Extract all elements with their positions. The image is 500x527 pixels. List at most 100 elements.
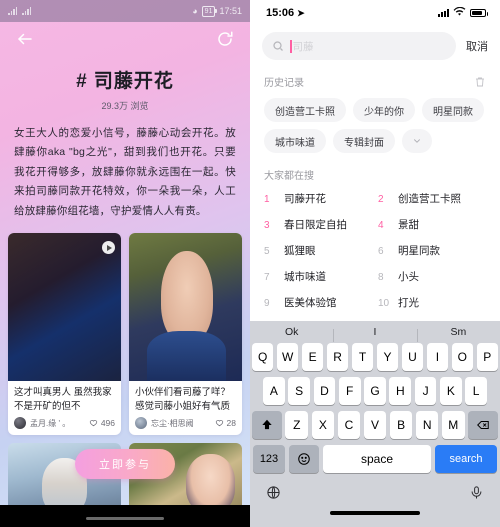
hot-search-item[interactable]: 6 明星同款 (378, 243, 486, 258)
like-count: 28 (226, 418, 236, 429)
suggestion-item[interactable]: Sm (416, 326, 500, 342)
key-t[interactable]: T (351, 343, 374, 371)
emoji-icon[interactable] (289, 445, 319, 473)
search-input[interactable]: 司藤 (262, 32, 456, 60)
history-tag[interactable]: 明星同款 (422, 98, 484, 122)
key-h[interactable]: H (389, 377, 412, 405)
key-z[interactable]: Z (285, 411, 309, 439)
share-icon[interactable] (214, 28, 236, 50)
key-m[interactable]: M (441, 411, 465, 439)
backspace-icon[interactable] (468, 411, 499, 439)
key-x[interactable]: X (311, 411, 335, 439)
signal-icon (8, 7, 17, 15)
card-caption: 小伙伴们看司藤了咩？感觉司藤小姐好有气质啊， (135, 387, 231, 413)
hot-search-item[interactable]: 5 狐狸眼 (264, 243, 372, 258)
key-r[interactable]: R (326, 343, 349, 371)
search-field[interactable]: 司藤 (290, 39, 446, 54)
right-home-indicator (250, 507, 500, 527)
chevron-down-icon[interactable] (402, 129, 432, 153)
hot-keyword: 医美体验馆 (284, 297, 337, 309)
key-o[interactable]: O (451, 343, 474, 371)
virtual-keyboard: Ok I Sm Q W E R T Y U I O P A S D F G H … (250, 321, 500, 527)
history-tag[interactable]: 少年的你 (353, 98, 415, 122)
globe-icon[interactable] (266, 485, 281, 500)
space-key[interactable]: space (323, 445, 431, 473)
key-a[interactable]: A (262, 377, 285, 405)
hot-rank: 6 (378, 246, 384, 257)
key-c[interactable]: C (337, 411, 361, 439)
like-count-group[interactable]: 28 (215, 418, 236, 428)
topic-header: # 司藤开花 29.3万 浏览 (0, 66, 250, 112)
feed-card[interactable]: 这才叫真男人 虽然我家不是开矿的但不 孟月.缘 ' 。 496 (8, 233, 121, 436)
feed-card[interactable]: 小伙伴们看司藤了咩？感觉司藤小姐好有气质啊， 忘尘·相思阙 28 (129, 233, 242, 436)
key-f[interactable]: F (338, 377, 361, 405)
hot-search-item[interactable]: 1 司藤开花 (264, 191, 372, 206)
hot-search-list: 1 司藤开花 2 创造营工卡照 3 春日限定自拍 4 景甜 5 狐狸眼 6 明星同款 7 城市… (264, 191, 486, 310)
hot-search-item[interactable]: 9 医美体验馆 (264, 295, 372, 310)
key-l[interactable]: L (465, 377, 488, 405)
left-nav-bar (0, 22, 250, 56)
avatar[interactable] (135, 417, 147, 430)
cancel-button[interactable]: 取消 (466, 38, 488, 54)
hot-keyword: 明星同款 (398, 245, 440, 257)
back-arrow-icon[interactable] (14, 28, 36, 50)
history-tag[interactable]: 创造营工卡照 (264, 98, 346, 122)
history-tag[interactable]: 专辑封面 (333, 129, 395, 153)
shift-icon[interactable] (251, 411, 282, 439)
hot-keyword: 春日限定自拍 (284, 219, 347, 231)
hot-rank: 8 (378, 272, 384, 283)
hot-search-item[interactable]: 10 打光 (378, 295, 486, 310)
key-d[interactable]: D (313, 377, 336, 405)
suggestion-item[interactable]: Ok (250, 326, 333, 338)
view-count: 29.3万 浏览 (101, 101, 149, 111)
status-right-group: ◕ 91 17:51 (192, 5, 242, 17)
trash-icon[interactable] (474, 76, 486, 88)
hot-search-item[interactable]: 8 小头 (378, 269, 486, 284)
microphone-icon[interactable] (469, 485, 484, 500)
key-g[interactable]: G (364, 377, 386, 405)
history-section: 历史记录 创造营工卡照 少年的你 明星同款 城市味道 专辑封面 (250, 70, 500, 153)
play-icon (102, 241, 115, 255)
card-thumbnail[interactable] (129, 233, 242, 382)
feed-card-row: 这才叫真男人 虽然我家不是开矿的但不 孟月.缘 ' 。 496 小伙伴们看司藤了… (8, 233, 242, 436)
hot-keyword: 城市味道 (284, 271, 326, 283)
wifi-icon: ◕ (192, 6, 198, 16)
avatar[interactable] (14, 417, 26, 430)
like-count-group[interactable]: 496 (89, 418, 115, 428)
keyboard-row-2: A S D F G H J K L (250, 377, 500, 405)
key-v[interactable]: V (363, 411, 387, 439)
heart-icon (89, 419, 97, 426)
key-b[interactable]: B (389, 411, 413, 439)
hot-search-title: 大家都在搜 (264, 171, 314, 182)
hot-search-item[interactable]: 2 创造营工卡照 (378, 191, 486, 206)
key-u[interactable]: U (401, 343, 424, 371)
search-key[interactable]: search (435, 445, 497, 473)
hot-keyword: 打光 (398, 297, 419, 309)
key-s[interactable]: S (288, 377, 311, 405)
key-p[interactable]: P (476, 343, 499, 371)
key-q[interactable]: Q (251, 343, 274, 371)
hot-rank: 2 (378, 194, 384, 205)
card-username: 忘尘·相思阙 (151, 418, 194, 428)
hot-search-item[interactable]: 7 城市味道 (264, 269, 372, 284)
key-e[interactable]: E (301, 343, 324, 371)
number-mode-key[interactable]: 123 (253, 445, 285, 473)
signal-icon-2 (22, 7, 31, 15)
key-k[interactable]: K (439, 377, 462, 405)
card-thumbnail[interactable] (8, 233, 121, 382)
suggestion-item[interactable]: I (333, 326, 416, 342)
key-i[interactable]: I (426, 343, 449, 371)
wifi-icon (453, 4, 466, 22)
history-tag[interactable]: 城市味道 (264, 129, 326, 153)
hot-search-item[interactable]: 3 春日限定自拍 (264, 217, 372, 232)
hot-keyword: 司藤开花 (284, 193, 326, 205)
key-y[interactable]: Y (376, 343, 399, 371)
text-caret (290, 39, 292, 53)
keyboard-row-3: Z X C V B N M (250, 411, 500, 439)
key-j[interactable]: J (414, 377, 437, 405)
join-now-button[interactable]: 立即参与 (75, 449, 175, 480)
hot-search-item[interactable]: 4 景甜 (378, 217, 486, 232)
history-header: 历史记录 (264, 74, 486, 89)
key-n[interactable]: N (415, 411, 439, 439)
key-w[interactable]: W (276, 343, 299, 371)
